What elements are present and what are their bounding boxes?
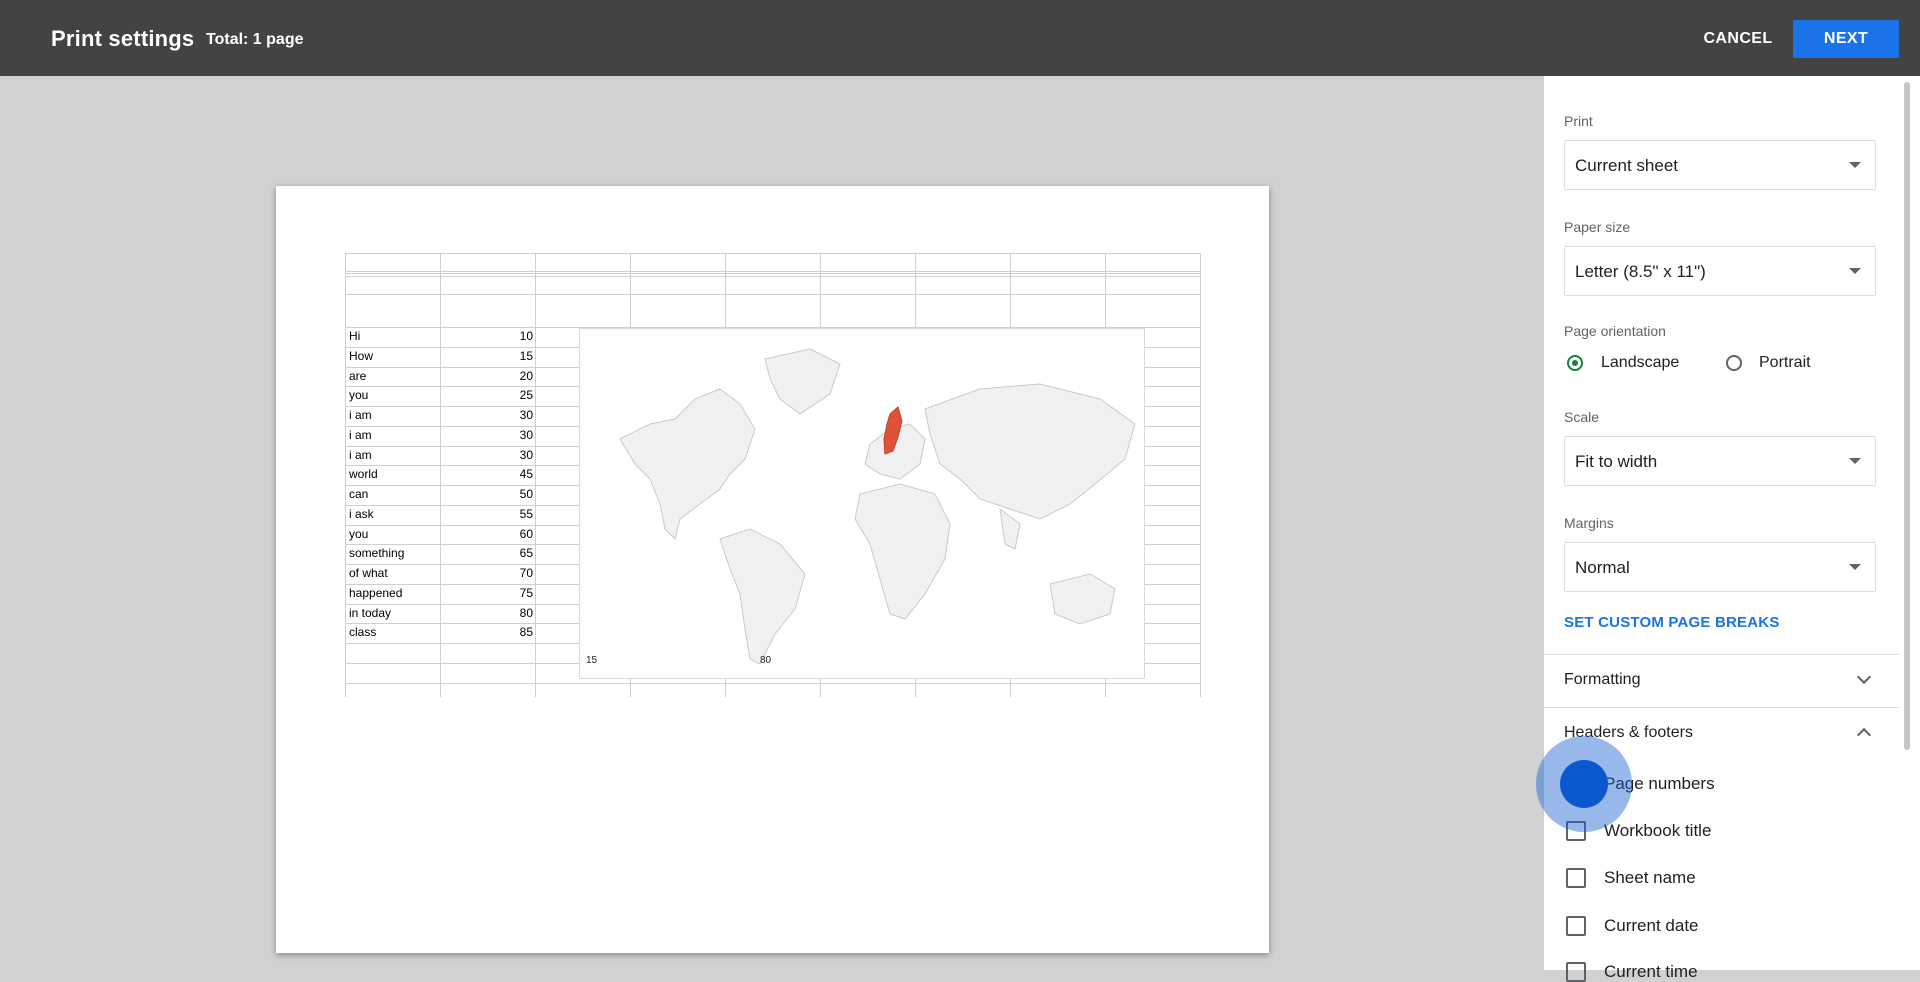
geo-chart[interactable]: 15 80: [579, 328, 1145, 679]
preview-page: Hi 10 How 15 are 20 you 25 i am 30 i am 30 i am 30 wor…: [276, 186, 1269, 953]
world-map: [619, 348, 1136, 665]
sidebar-scrollbar-thumb[interactable]: [1904, 82, 1910, 750]
next-button[interactable]: NEXT: [1793, 20, 1899, 58]
grid-line: [345, 253, 346, 697]
scale-label: Scale: [1564, 409, 1600, 425]
cell-value: 15: [519, 348, 533, 363]
paper-size-value: Letter (8.5" x 11"): [1575, 262, 1706, 281]
cell-label: i am: [349, 408, 372, 422]
cell-value: 20: [519, 368, 533, 383]
dropdown-caret-icon: [1849, 564, 1861, 570]
cell-value: 70: [519, 566, 533, 580]
cell-label: How: [349, 348, 374, 363]
dropdown-caret-icon: [1849, 162, 1861, 168]
orientation-label: Page orientation: [1564, 323, 1666, 339]
cell-value: 85: [519, 625, 533, 640]
cell-label: something: [349, 546, 405, 561]
scale-value: Fit to width: [1575, 452, 1658, 471]
country-shape: [1049, 573, 1116, 625]
click-ripple-core: [1560, 760, 1608, 808]
custom-page-breaks-link[interactable]: SET CUSTOM PAGE BREAKS: [1564, 614, 1780, 631]
landscape-radio[interactable]: [1567, 355, 1583, 371]
divider: [1544, 654, 1900, 655]
cell-label: world: [349, 467, 378, 482]
sheet-grid: Hi 10 How 15 are 20 you 25 i am 30 i am 30 i am 30 wor…: [345, 253, 1201, 697]
cancel-button[interactable]: CANCEL: [1690, 20, 1786, 58]
landscape-label[interactable]: Landscape: [1601, 354, 1679, 372]
cell-label: can: [349, 487, 369, 501]
cell-label: of what: [349, 566, 388, 580]
print-select-value: Current sheet: [1575, 156, 1678, 175]
cell-value: 60: [519, 526, 533, 541]
margins-label: Margins: [1564, 515, 1614, 531]
country-shape: [619, 388, 756, 540]
workbook-title-label[interactable]: Workbook title: [1604, 821, 1711, 841]
current-date-checkbox[interactable]: [1566, 916, 1586, 936]
formatting-section-header[interactable]: Formatting: [1564, 671, 1640, 689]
cell-value: 25: [519, 388, 533, 403]
cell-value: 10: [519, 329, 533, 343]
top-bar: Print settings Total: 1 page CANCEL NEXT: [0, 0, 1920, 76]
paper-size-select[interactable]: Letter (8.5" x 11"): [1564, 246, 1876, 296]
cell-label: you: [349, 388, 369, 403]
cell-label: i ask: [349, 506, 374, 521]
grid-line: [345, 294, 1200, 295]
current-time-checkbox[interactable]: [1566, 962, 1586, 982]
cell-value: 30: [519, 427, 533, 442]
cell-label: happened: [349, 585, 403, 600]
margins-value: Normal: [1575, 558, 1630, 577]
cell-label: in today: [349, 605, 392, 620]
margins-select[interactable]: Normal: [1564, 542, 1876, 592]
cell-label: Hi: [349, 329, 361, 343]
cell-value: 65: [519, 546, 533, 561]
country-shape: [719, 528, 806, 665]
cell-value: 75: [519, 585, 533, 600]
cell-value: 80: [519, 605, 533, 620]
grid-line: [345, 271, 1200, 272]
sheet-name-label[interactable]: Sheet name: [1604, 868, 1696, 888]
cell-value: 30: [519, 447, 533, 462]
current-time-label[interactable]: Current time: [1604, 962, 1698, 982]
dropdown-caret-icon: [1849, 458, 1861, 464]
grid-line: [1200, 253, 1201, 697]
grid-line: [535, 253, 536, 697]
print-label: Print: [1564, 113, 1593, 129]
cell-value: 30: [519, 408, 533, 422]
grid-line: [345, 683, 1200, 684]
country-shape: [999, 507, 1021, 550]
page-title: Print settings: [51, 26, 195, 51]
dropdown-caret-icon: [1849, 268, 1861, 274]
grid-line: [345, 273, 1200, 274]
grid-line: [345, 276, 1200, 277]
map-legend-min: 15: [586, 655, 598, 666]
cell-value: 50: [519, 487, 533, 501]
cell-label: are: [349, 368, 367, 383]
scale-select[interactable]: Fit to width: [1564, 436, 1876, 486]
cell-label: i am: [349, 427, 372, 442]
print-preview-area: Hi 10 How 15 are 20 you 25 i am 30 i am 30 i am 30 wor…: [0, 76, 1544, 970]
portrait-label[interactable]: Portrait: [1759, 354, 1811, 372]
page-total: Total: 1 page: [206, 31, 304, 48]
portrait-radio[interactable]: [1726, 355, 1742, 371]
current-date-label[interactable]: Current date: [1604, 916, 1699, 936]
country-shape: [854, 483, 951, 620]
cell-value: 45: [519, 467, 533, 482]
country-shape: [924, 383, 1136, 520]
cell-label: you: [349, 526, 369, 541]
cell-value: 55: [519, 506, 533, 521]
divider: [1544, 707, 1900, 708]
sheet-name-checkbox[interactable]: [1566, 868, 1586, 888]
cell-label: i am: [349, 447, 372, 462]
cell-label: class: [349, 625, 377, 640]
map-legend-max: 80: [760, 655, 772, 666]
paper-size-label: Paper size: [1564, 219, 1631, 235]
print-select[interactable]: Current sheet: [1564, 140, 1876, 190]
country-shape: [764, 348, 841, 415]
grid-line: [440, 253, 441, 697]
grid-line: [345, 253, 1200, 254]
